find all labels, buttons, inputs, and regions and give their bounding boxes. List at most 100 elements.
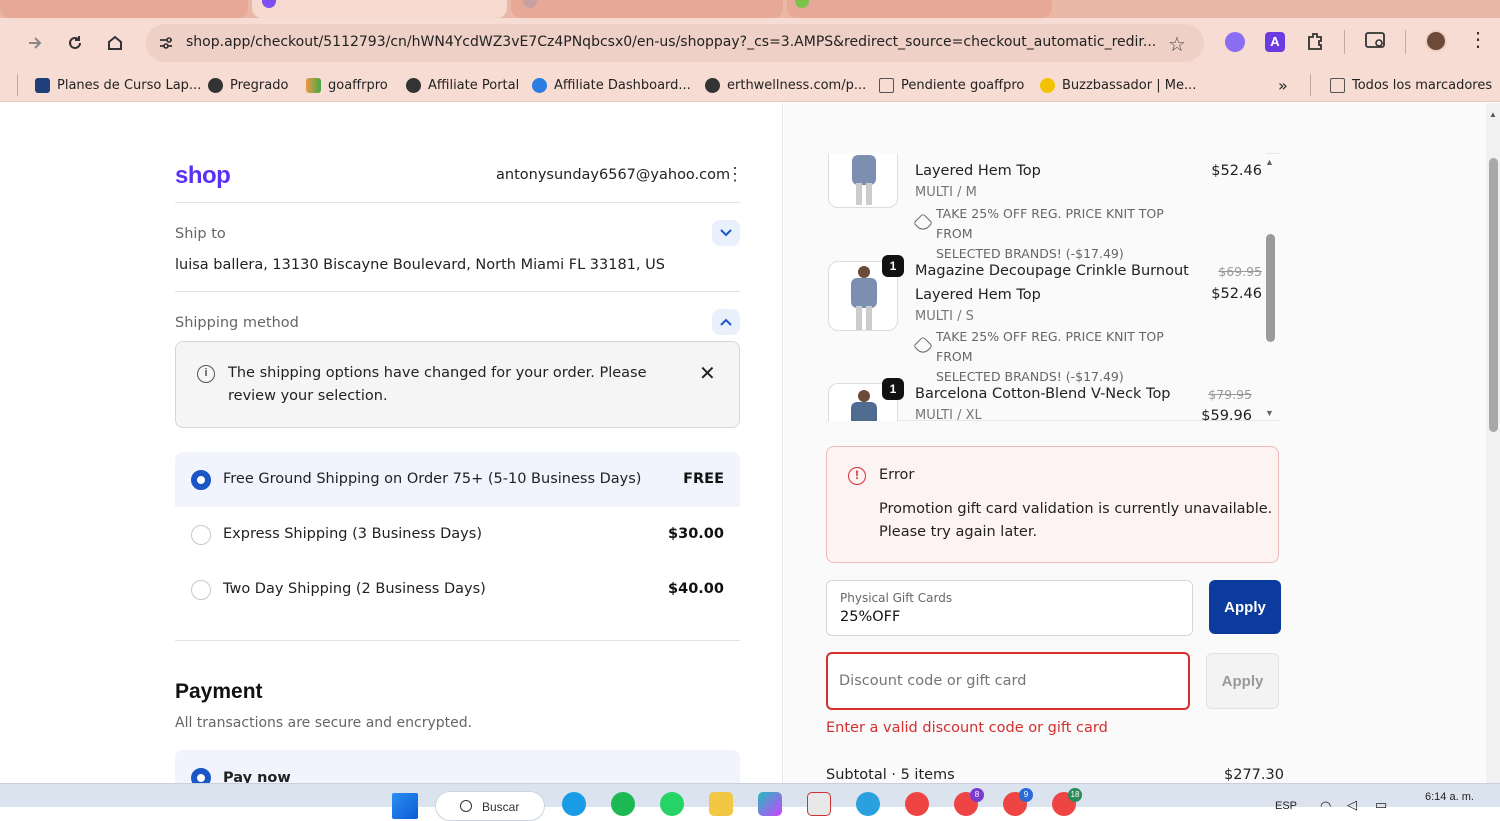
app-icon[interactable] <box>807 792 831 816</box>
shipping-notice: i The shipping options have changed for … <box>175 341 740 428</box>
notification-badge: 9 <box>1019 788 1033 802</box>
forward-icon[interactable] <box>20 28 50 58</box>
subtotal-value: $277.30 <box>1224 767 1284 783</box>
error-icon: ! <box>848 467 866 485</box>
bookmark-label: goaffrpro <box>328 77 388 93</box>
tab-2-active[interactable] <box>252 0 507 18</box>
discount-line: SELECTED BRANDS! (-$17.49) <box>936 246 1124 261</box>
tab-1[interactable] <box>0 0 248 18</box>
radio-selected[interactable] <box>191 768 211 783</box>
tab-search-icon[interactable] <box>1365 31 1387 56</box>
spotify-icon[interactable] <box>611 792 635 816</box>
bookmark-item[interactable]: Buzzbassador | Me... <box>1040 75 1196 95</box>
site-settings-icon[interactable] <box>158 35 174 56</box>
address-bar[interactable]: shop.app/checkout/5112793/cn/hWN4YcdWZ3v… <box>146 24 1204 62</box>
radio-selected[interactable] <box>191 470 211 490</box>
globe-icon <box>208 77 223 93</box>
tab-4[interactable] <box>787 0 1052 18</box>
scroll-down-arrow-icon[interactable]: ▼ <box>1265 408 1275 418</box>
discount-line: TAKE 25% OFF REG. PRICE KNIT TOP FROM <box>936 206 1164 241</box>
bookmark-item[interactable]: goaffrpro <box>306 75 388 95</box>
file-explorer-icon[interactable] <box>709 792 733 816</box>
shipping-option-label: Two Day Shipping (2 Business Days) <box>223 581 486 597</box>
battery-icon[interactable]: ▭ <box>1375 797 1387 813</box>
all-bookmarks-button[interactable]: Todos los marcadores <box>1330 75 1492 95</box>
copilot-icon[interactable] <box>758 792 782 816</box>
shop-logo[interactable]: shop <box>175 162 231 190</box>
quantity-badge: 1 <box>882 255 904 277</box>
gift-card-field[interactable]: Physical Gift Cards 25%OFF <box>826 580 1193 636</box>
close-icon[interactable]: ✕ <box>699 361 716 386</box>
profile-avatar[interactable] <box>1425 30 1447 52</box>
bookmark-item[interactable]: Affiliate Portal <box>406 75 519 95</box>
search-icon <box>460 800 472 812</box>
discount-error-text: Enter a valid discount code or gift card <box>826 720 1108 736</box>
shipping-option[interactable]: Express Shipping (3 Business Days) $30.0… <box>175 507 740 562</box>
line-items-scrollbar-thumb[interactable] <box>1266 234 1275 342</box>
radio-unselected[interactable] <box>191 580 211 600</box>
pay-now-option[interactable]: Pay now <box>175 750 740 783</box>
discount-code-field[interactable] <box>839 670 1169 692</box>
notice-text: review your selection. <box>228 388 388 404</box>
bookmarks-overflow-button[interactable]: » <box>1278 75 1288 95</box>
bookmark-item[interactable]: Pregrado <box>208 75 288 95</box>
extension-a-icon[interactable]: A <box>1265 32 1285 52</box>
language-indicator[interactable]: ESP <box>1275 800 1297 812</box>
bookmark-item[interactable]: Affiliate Dashboard... <box>532 75 691 95</box>
error-title: Error <box>879 467 915 483</box>
bees-icon <box>1040 77 1055 93</box>
shipping-option-price: $30.00 <box>668 526 724 542</box>
globe-icon <box>705 77 720 93</box>
extension-icon[interactable] <box>1225 32 1245 52</box>
volume-icon[interactable]: ◁ <box>1347 797 1357 813</box>
bookmark-item[interactable]: Planes de Curso Lap... <box>35 75 201 95</box>
product-price: $59.96 <box>1201 408 1252 421</box>
reload-icon[interactable] <box>60 28 90 58</box>
divider <box>175 291 740 292</box>
bookmark-item[interactable]: erthwellness.com/p... <box>705 75 866 95</box>
product-price: $52.46 <box>1211 163 1262 179</box>
shipping-option[interactable]: Two Day Shipping (2 Business Days) $40.0… <box>175 562 740 617</box>
discount-code-input[interactable] <box>826 652 1190 710</box>
apply-gift-card-button[interactable]: Apply <box>1209 580 1281 634</box>
wifi-icon[interactable]: ◠ <box>1320 798 1331 814</box>
folder-icon <box>1330 77 1345 93</box>
tab-3[interactable] <box>511 0 783 18</box>
subtotal-label: Subtotal · 5 items <box>826 767 955 783</box>
payment-subtitle: All transactions are secure and encrypte… <box>175 715 473 731</box>
divider <box>175 640 740 641</box>
checkout-main <box>0 103 783 783</box>
shipping-option-label: Free Ground Shipping on Order 75+ (5-10 … <box>223 471 642 487</box>
ship-to-address: luisa ballera, 13130 Biscayne Boulevard,… <box>175 257 665 273</box>
radio-unselected[interactable] <box>191 525 211 545</box>
account-menu-icon[interactable]: ⋮ <box>726 164 744 185</box>
pay-now-label: Pay now <box>223 770 291 783</box>
extensions-puzzle-icon[interactable] <box>1305 30 1327 57</box>
home-icon[interactable] <box>100 28 130 58</box>
bookmark-folder[interactable]: Pendiente goaffpro <box>879 75 1024 95</box>
clock[interactable]: 6:14 a. m. <box>1425 791 1474 803</box>
folder-icon <box>879 77 894 93</box>
taskbar-search[interactable]: Buscar <box>435 791 545 821</box>
bookmark-star-icon[interactable]: ☆ <box>1168 32 1186 57</box>
bookmark-label: Affiliate Dashboard... <box>554 77 691 93</box>
puzzle-icon <box>306 77 321 93</box>
page-scrollbar-thumb[interactable] <box>1489 158 1498 432</box>
edge-browser-icon[interactable] <box>562 792 586 816</box>
browser-menu-icon[interactable]: ⋮ <box>1468 30 1488 50</box>
windows-start-icon[interactable] <box>392 793 418 819</box>
shipping-option[interactable]: Free Ground Shipping on Order 75+ (5-10 … <box>175 452 740 507</box>
compare-at-price: $69.95 <box>1218 264 1262 279</box>
scroll-up-arrow-icon[interactable]: ▲ <box>1265 157 1275 167</box>
whatsapp-icon[interactable] <box>660 792 684 816</box>
apply-discount-button[interactable]: Apply <box>1206 653 1279 709</box>
globe-icon <box>406 77 421 93</box>
page-scroll-up-icon[interactable]: ▲ <box>1489 110 1497 119</box>
product-variant: MULTI / M <box>915 185 977 200</box>
error-message: Promotion gift card validation is curren… <box>879 501 1273 517</box>
ship-to-label: Ship to <box>175 226 226 242</box>
chevron-down-icon[interactable] <box>712 220 740 246</box>
chrome-icon[interactable] <box>905 792 929 816</box>
telegram-icon[interactable] <box>856 792 880 816</box>
chevron-up-icon[interactable] <box>712 309 740 335</box>
